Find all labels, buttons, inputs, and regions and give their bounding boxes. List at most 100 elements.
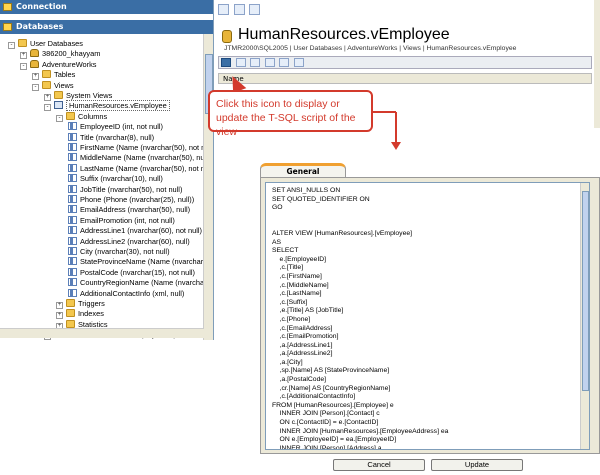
column-icon — [68, 278, 77, 287]
breadcrumb: JTMR2000\SQL2005 | User Databases | Adve… — [224, 45, 517, 52]
tree-node-label: EmployeeID (int, not null) — [80, 122, 163, 132]
tree-node-label: FirstName (Name (nvarchar(50), not null — [80, 143, 213, 152]
script-dialog: General SET ANSI_NULLS ON SET QUOTED_IDE… — [260, 163, 600, 475]
tree-node-label: User Databases — [30, 39, 83, 48]
tree-node[interactable]: - Views — [32, 80, 74, 91]
sql-scrollbar[interactable] — [580, 183, 589, 449]
databases-header[interactable]: Databases — [0, 20, 213, 34]
tree-node[interactable]: EmailPromotion (int, not null) — [68, 215, 175, 226]
database-icon — [30, 49, 39, 58]
properties-icon[interactable] — [250, 58, 261, 67]
tab-general[interactable]: General — [260, 163, 346, 178]
folder-icon — [18, 39, 27, 47]
tree-node-label: Phone (Phone (nvarchar(25), null)) — [80, 195, 195, 204]
collapse-icon[interactable]: - — [44, 104, 51, 112]
tree-node[interactable]: +386200_khayyam — [20, 48, 100, 60]
tree-node-label: System Views — [66, 91, 113, 100]
column-icon — [68, 236, 77, 245]
edit-icon[interactable] — [264, 58, 275, 67]
sql-scrollbar-thumb[interactable] — [582, 191, 589, 391]
tree-node-label: HumanResources.vEmployee — [66, 100, 170, 112]
tree-node[interactable]: PostalCode (nvarchar(15), not null) — [68, 267, 195, 278]
tree-node-label: Columns — [78, 111, 108, 121]
collapse-icon[interactable]: - — [8, 42, 15, 49]
tree-node[interactable]: MiddleName (Name (nvarchar(50), null)) — [68, 152, 213, 163]
callout-arrow-head — [391, 142, 401, 150]
tree-node-label: AddressLine2 (nvarchar(60), null) — [80, 236, 190, 246]
tree-node[interactable]: Phone (Phone (nvarchar(25), null)) — [68, 194, 194, 205]
callout-arrow-horizontal — [373, 111, 396, 113]
vertical-scrollbar[interactable] — [203, 34, 213, 340]
sql-icon[interactable] — [235, 58, 246, 67]
tree-node[interactable]: EmailAddress (nvarchar(50), null) — [68, 204, 190, 215]
options-icon[interactable] — [293, 58, 304, 67]
tree-node[interactable]: + Indexes — [56, 308, 104, 320]
database-icon — [30, 59, 39, 68]
callout-arrow-vertical — [395, 112, 397, 142]
cancel-button[interactable]: Cancel — [333, 459, 425, 471]
column-icon — [68, 257, 77, 266]
tree-node-label: Suffix (nvarchar(10), null) — [80, 174, 163, 184]
tree-node-label: EmailAddress (nvarchar(50), null) — [80, 205, 191, 215]
collapse-icon[interactable]: - — [20, 62, 27, 70]
tree-node[interactable]: JobTitle (nvarchar(50), not null) — [68, 184, 182, 195]
up-folder-icon[interactable] — [218, 4, 229, 15]
tree-node[interactable]: - Columns — [56, 111, 107, 122]
tree-node-label: AdventureWorks — [42, 59, 97, 69]
column-icon — [68, 226, 77, 235]
database-icon — [222, 30, 232, 43]
folder-icon — [42, 80, 51, 89]
tree-node[interactable]: + System Views — [44, 90, 112, 101]
collapse-icon[interactable]: - — [56, 114, 63, 122]
folder-icon — [66, 299, 75, 307]
column-icon — [68, 132, 77, 141]
tree-node[interactable]: + Triggers — [56, 298, 105, 309]
column-icon — [68, 288, 77, 297]
tree-node[interactable]: + Tables — [32, 69, 75, 81]
horizontal-scrollbar[interactable] — [0, 328, 204, 338]
script-view-icon[interactable] — [221, 58, 231, 67]
tree-node[interactable]: - User Databases — [8, 38, 83, 49]
column-icon — [68, 184, 77, 193]
tree-node[interactable]: LastName (Name (nvarchar(50), not null — [68, 163, 212, 174]
name-column-header[interactable]: Name — [218, 73, 592, 84]
view-icon — [54, 101, 63, 110]
tree-node[interactable]: AdditionalContactInfo (xml, null) — [68, 288, 184, 299]
connection-header[interactable]: Connection — [0, 0, 213, 14]
details-scrollbar[interactable] — [594, 0, 600, 128]
tree-node[interactable]: - HumanResources.vEmployee — [44, 100, 170, 112]
tree-node-label: PostalCode (nvarchar(15), not null) — [80, 267, 196, 277]
tree-node[interactable]: AddressLine1 (nvarchar(60), not null) — [68, 225, 202, 236]
tree-node-label: AddressLine1 (nvarchar(60), not null) — [80, 226, 203, 236]
tree-node-label: EmailPromotion (int, not null) — [80, 215, 175, 225]
column-icon — [68, 174, 77, 183]
tree-node[interactable]: Title (nvarchar(8), null) — [68, 132, 154, 143]
update-button[interactable]: Update — [431, 459, 523, 471]
connection-icon — [3, 3, 12, 11]
tree-node[interactable]: StateProvinceName (Name (nvarchar(5 — [68, 256, 210, 267]
tree-node-label: StateProvinceName (Name (nvarchar(5 — [80, 257, 210, 267]
tree-node[interactable]: FirstName (Name (nvarchar(50), not null — [68, 142, 213, 153]
tree-node-label: JobTitle (nvarchar(50), not null) — [80, 184, 183, 194]
connection-title: Connection — [16, 2, 67, 11]
tree-node[interactable]: - AdventureWorks — [20, 59, 97, 70]
folder-icon — [42, 70, 51, 79]
sql-script-text[interactable]: SET ANSI_NULLS ON SET QUOTED_IDENTIFIER … — [272, 187, 448, 449]
tree-node[interactable]: EmployeeID (int, not null) — [68, 121, 163, 132]
column-icon — [68, 122, 77, 131]
new-item-icon[interactable] — [233, 4, 245, 15]
grid-icon[interactable] — [279, 58, 290, 67]
tree-node[interactable]: CountryRegionName (Name (nvarchar(5 — [68, 277, 213, 288]
tree-node[interactable]: AddressLine2 (nvarchar(60), null) — [68, 236, 190, 247]
refresh-icon[interactable] — [249, 4, 261, 15]
column-icon — [68, 215, 77, 224]
column-icon — [68, 247, 77, 255]
tree-node-label: City (nvarchar(30), not null) — [80, 247, 170, 256]
sql-editor[interactable]: SET ANSI_NULLS ON SET QUOTED_IDENTIFIER … — [265, 182, 590, 450]
collapse-icon[interactable]: - — [32, 83, 39, 91]
callout-annotation: Click this icon to display or update the… — [208, 90, 373, 138]
tree-node-label: Title (nvarchar(8), null) — [80, 132, 155, 142]
tree-node[interactable]: Suffix (nvarchar(10), null) — [68, 173, 163, 184]
tree-node-label: Views — [54, 80, 74, 90]
tree-node[interactable]: City (nvarchar(30), not null) — [68, 246, 170, 257]
